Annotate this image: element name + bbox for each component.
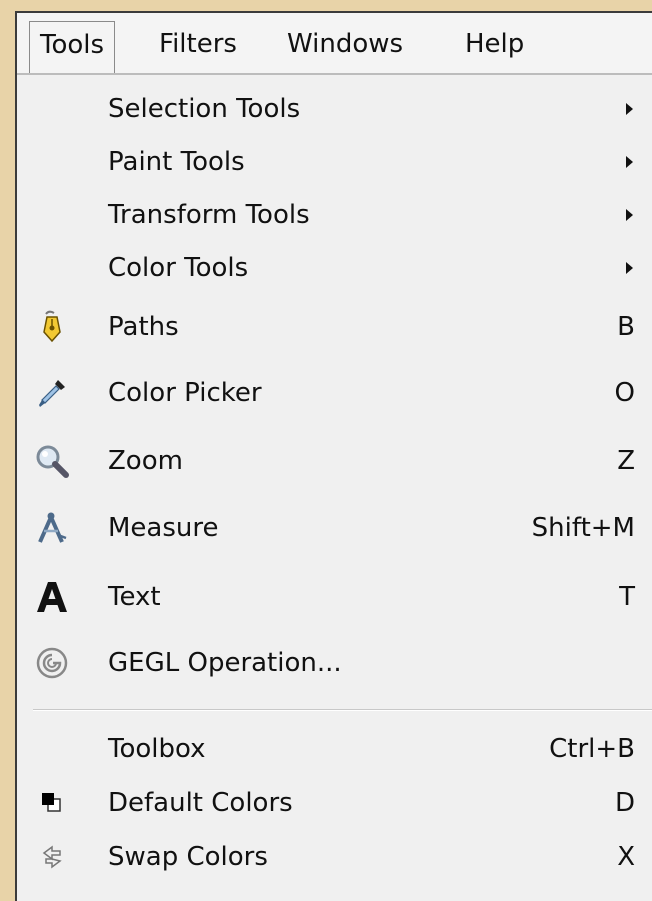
menu-item-color-tools[interactable]: Color Tools [17,242,652,294]
menu-item-shortcut: Z [617,446,635,476]
menu-item-label: Default Colors [108,788,293,818]
default-colors-icon [35,786,69,820]
compass-measure-icon [35,511,69,545]
menubar-filters-label: Filters [159,29,237,59]
menubar-windows[interactable]: Windows [277,21,413,67]
eyedropper-icon [35,376,69,410]
menu-item-label: GEGL Operation... [108,648,342,678]
submenu-arrow-icon [626,262,633,274]
menu-item-toolbox[interactable]: Toolbox Ctrl+B [17,723,652,775]
menu-item-label: Selection Tools [108,94,301,124]
menu-item-label: Toolbox [108,734,206,764]
swap-colors-icon [35,840,69,874]
menubar-help[interactable]: Help [455,21,534,67]
gegl-spiral-icon [35,646,69,680]
menu-item-shortcut: X [617,842,635,872]
menu-item-shortcut: O [614,378,635,408]
menubar-divider [17,73,652,75]
menubar-help-label: Help [465,29,525,59]
menu-separator-highlight [33,710,652,711]
menubar-tools[interactable]: Tools [29,21,116,75]
menu-item-shortcut: Shift+M [531,513,635,543]
tools-menu-window: Tools Filters Windows Help Selection Too… [15,11,652,901]
menubar: Tools Filters Windows Help [17,13,652,75]
menu-item-label: Color Picker [108,378,262,408]
menubar-filters[interactable]: Filters [149,21,247,67]
menubar-tools-label: Tools [40,30,105,60]
menu-item-label: Color Tools [108,253,249,283]
menu-item-text[interactable]: Text T [17,571,652,623]
menu-item-label: Zoom [108,446,183,476]
menu-item-label: Transform Tools [108,200,310,230]
submenu-arrow-icon [626,209,633,221]
menubar-windows-label: Windows [287,29,404,59]
menu-item-label: Swap Colors [108,842,268,872]
menu-item-default-colors[interactable]: Default Colors D [17,777,652,829]
submenu-arrow-icon [626,103,633,115]
paths-pen-icon [35,310,69,344]
menu-item-shortcut: B [617,312,635,342]
menu-item-shortcut: D [614,788,635,818]
menu-item-label: Text [108,582,161,612]
menu-item-shortcut: Ctrl+B [549,734,635,764]
submenu-arrow-icon [626,156,633,168]
menu-item-label: Paint Tools [108,147,245,177]
menu-item-paint-tools[interactable]: Paint Tools [17,136,652,188]
magnifier-icon [35,444,69,478]
menu-item-label: Measure [108,513,219,543]
menu-item-shortcut: T [619,582,635,612]
menu-item-zoom[interactable]: Zoom Z [17,435,652,487]
menu-item-selection-tools[interactable]: Selection Tools [17,83,652,135]
menu-item-paths[interactable]: Paths B [17,301,652,353]
menu-item-label: Paths [108,312,179,342]
menu-item-swap-colors[interactable]: Swap Colors X [17,831,652,883]
menu-item-gegl-operation[interactable]: GEGL Operation... [17,637,652,689]
menu-item-transform-tools[interactable]: Transform Tools [17,189,652,241]
text-tool-icon [35,580,69,614]
menu-item-color-picker[interactable]: Color Picker O [17,367,652,419]
menu-item-measure[interactable]: Measure Shift+M [17,502,652,554]
